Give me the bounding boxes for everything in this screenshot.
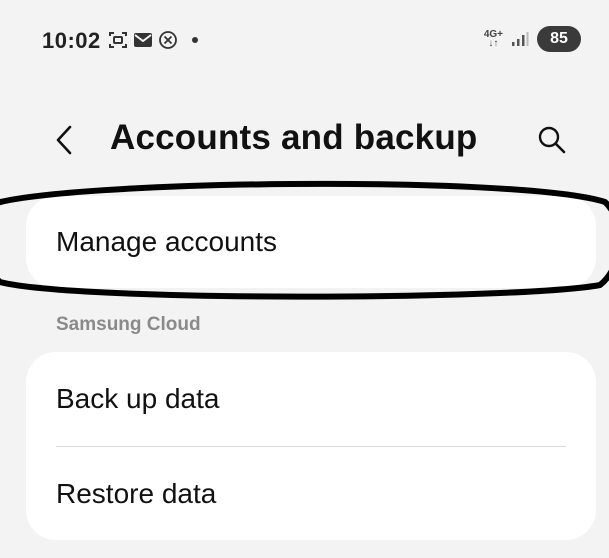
network-type-indicator: 4G+ ↓↑ <box>484 30 503 49</box>
page-title: Accounts and backup <box>110 118 478 157</box>
notification-icons <box>108 30 198 50</box>
more-notifications-dot <box>192 37 198 43</box>
status-bar: 10:02 4G+ ↓↑ 85 <box>0 0 609 80</box>
screenshot-icon <box>109 32 127 48</box>
search-button[interactable] <box>534 122 570 158</box>
blocked-icon <box>159 31 177 49</box>
settings-screen: 10:02 4G+ ↓↑ 85 Accounts and backup Mana… <box>0 0 609 558</box>
back-up-data-label: Back up data <box>56 383 220 414</box>
restore-data-label: Restore data <box>56 478 217 509</box>
battery-indicator: 85 <box>537 26 581 52</box>
app-header: Accounts and backup <box>0 100 609 180</box>
search-icon <box>538 126 566 154</box>
status-time: 10:02 <box>42 28 101 53</box>
manage-accounts-card: Manage accounts <box>26 196 596 288</box>
status-right-icons: 4G+ ↓↑ 85 <box>484 26 581 52</box>
back-button[interactable] <box>50 122 80 158</box>
chevron-left-icon <box>56 125 72 155</box>
mail-icon <box>134 33 152 47</box>
manage-accounts-label: Manage accounts <box>56 226 278 257</box>
samsung-cloud-card: Back up data Restore data <box>26 352 596 540</box>
restore-data-item[interactable]: Restore data <box>26 447 596 541</box>
manage-accounts-item[interactable]: Manage accounts <box>26 196 596 288</box>
back-up-data-item[interactable]: Back up data <box>26 352 596 446</box>
data-activity-arrows: ↓↑ <box>488 38 499 49</box>
section-header-samsung-cloud: Samsung Cloud <box>56 314 201 335</box>
signal-icon <box>512 32 529 46</box>
